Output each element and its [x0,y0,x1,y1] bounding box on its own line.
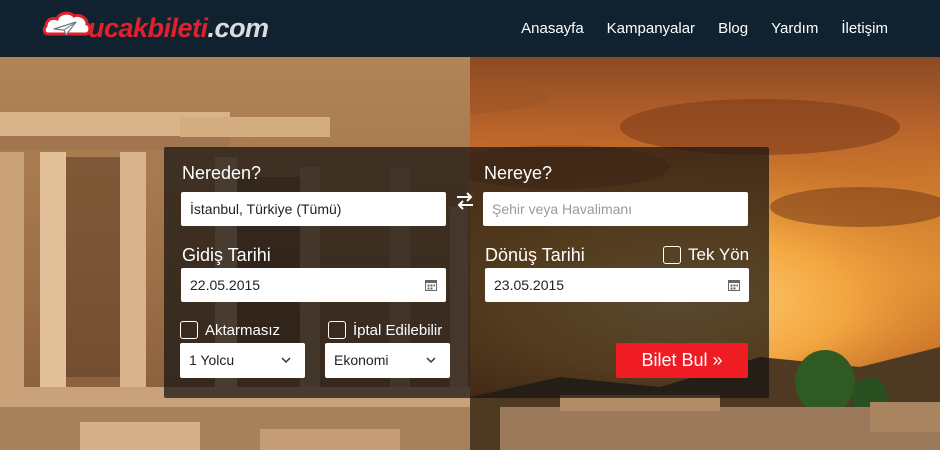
main-nav: Anasayfa Kampanyalar Blog Yardım İletişi… [498,0,888,57]
nonstop-checkbox-group[interactable]: Aktarmasız [180,321,280,339]
to-input[interactable]: Şehir veya Havalimanı [483,192,748,226]
logo-brand: ucakbileti [88,12,208,43]
oneway-checkbox[interactable] [663,246,681,264]
nav-blog[interactable]: Blog [718,20,748,37]
flight-search-panel: Nereden? İstanbul, Türkiye (Tümü) Nereye… [164,147,769,398]
logo-airplane-icon [42,11,92,36]
logo-text: ucakbileti.com [88,13,269,44]
return-date-label: Dönüş Tarihi [485,245,585,265]
swap-arrows-icon[interactable] [454,190,476,212]
nav-kampanyalar[interactable]: Kampanyalar [607,20,695,37]
return-date-value: 23.05.2015 [494,277,565,293]
oneway-label: Tek Yön [688,245,750,264]
refundable-checkbox[interactable] [328,321,346,339]
calendar-icon [425,280,437,291]
search-flights-button[interactable]: Bilet Bul » [616,343,748,378]
oneway-checkbox-group[interactable]: Tek Yön [663,245,749,265]
nav-yardim[interactable]: Yardım [771,20,818,37]
depart-date-label: Gidiş Tarihi [182,245,271,265]
passengers-value: 1 Yolcu [189,352,235,368]
nonstop-label: Aktarmasız [205,321,281,339]
depart-date-value: 22.05.2015 [190,277,261,293]
cabin-value: Ekonomi [334,352,389,368]
top-header: ucakbileti.com Anasayfa Kampanyalar Blog… [0,0,940,57]
passengers-select[interactable]: 1 Yolcu [180,343,305,378]
site-logo[interactable]: ucakbileti.com [42,9,269,47]
from-input[interactable]: İstanbul, Türkiye (Tümü) [181,192,446,226]
refundable-checkbox-group[interactable]: İptal Edilebilir [328,321,442,339]
logo-tld: .com [207,12,270,43]
to-label: Nereye? [484,163,553,183]
return-date-input[interactable]: 23.05.2015 [485,268,749,302]
chevron-down-icon [281,357,291,364]
depart-date-input[interactable]: 22.05.2015 [181,268,446,302]
nav-iletisim[interactable]: İletişim [841,20,888,37]
cabin-select[interactable]: Ekonomi [325,343,450,378]
refundable-label: İptal Edilebilir [353,321,443,339]
nav-anasayfa[interactable]: Anasayfa [521,20,584,37]
chevron-down-icon [426,357,436,364]
calendar-icon [728,280,740,291]
nonstop-checkbox[interactable] [180,321,198,339]
from-label: Nereden? [182,163,262,183]
